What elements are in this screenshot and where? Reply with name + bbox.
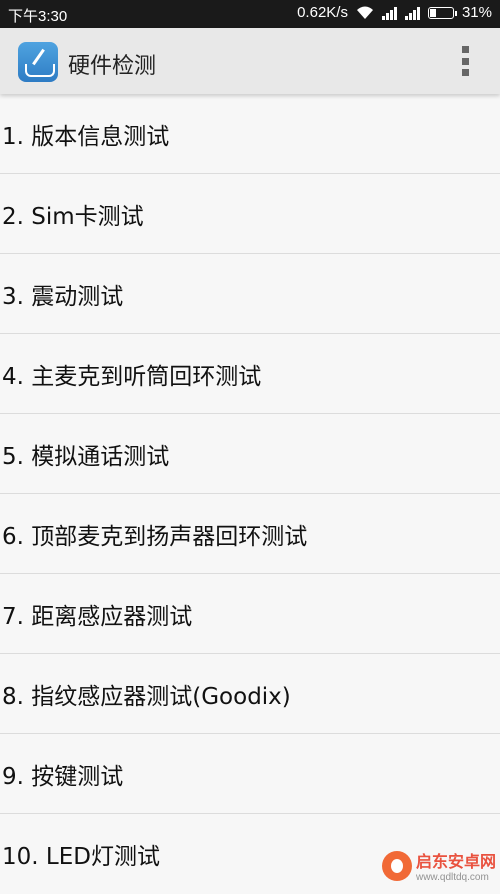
list-item-label: 7. 距离感应器测试 xyxy=(2,603,193,630)
list-item-label: 8. 指纹感应器测试(Goodix) xyxy=(2,683,291,710)
watermark: 启东安卓网 www.qdltdq.com xyxy=(381,848,496,883)
toolbox-icon xyxy=(18,42,58,82)
list-item-label: 4. 主麦克到听筒回环测试 xyxy=(2,363,262,390)
page-title: 硬件检测 xyxy=(68,54,157,79)
app-bar: 硬件检测 xyxy=(0,28,500,94)
list-item-version-info[interactable]: 1. 版本信息测试 xyxy=(0,94,500,174)
status-time: 下午3:30 xyxy=(8,8,68,25)
signal-icon-2 xyxy=(404,6,420,20)
list-item-keys[interactable]: 9. 按键测试 xyxy=(0,734,500,814)
list-item-mic-receiver-loopback[interactable]: 4. 主麦克到听筒回环测试 xyxy=(0,334,500,414)
list-item-label: 2. Sim卡测试 xyxy=(2,203,144,230)
battery-percent: 31% xyxy=(461,4,492,21)
signal-icon xyxy=(381,6,397,20)
wifi-icon xyxy=(356,6,373,19)
status-bar: 下午3:30 0.62K/s 31% xyxy=(0,0,500,28)
list-item-fingerprint-sensor[interactable]: 8. 指纹感应器测试(Goodix) xyxy=(0,654,500,734)
list-item-label: 3. 震动测试 xyxy=(2,283,124,310)
network-speed: 0.62K/s xyxy=(297,4,348,21)
list-item-label: 9. 按键测试 xyxy=(2,763,124,790)
list-item-top-mic-speaker-loopback[interactable]: 6. 顶部麦克到扬声器回环测试 xyxy=(0,494,500,574)
list-item-label: 10. LED灯测试 xyxy=(2,844,160,870)
list-item-label: 5. 模拟通话测试 xyxy=(2,443,170,470)
list-item-proximity-sensor[interactable]: 7. 距离感应器测试 xyxy=(0,574,500,654)
battery-icon xyxy=(427,6,457,19)
watermark-url: www.qdltdq.com xyxy=(415,872,489,883)
list-item-vibration[interactable]: 3. 震动测试 xyxy=(0,254,500,334)
watermark-logo-icon xyxy=(381,850,412,881)
list-item-simulated-call[interactable]: 5. 模拟通话测试 xyxy=(0,414,500,494)
status-icons: 0.62K/s 31% xyxy=(297,4,492,21)
overflow-menu-icon[interactable] xyxy=(460,46,470,76)
watermark-text: 启东安卓网 xyxy=(415,852,496,871)
list-item-label: 6. 顶部麦克到扬声器回环测试 xyxy=(2,523,308,550)
list-item-sim[interactable]: 2. Sim卡测试 xyxy=(0,174,500,254)
test-list: 1. 版本信息测试 2. Sim卡测试 3. 震动测试 4. 主麦克到听筒回环测… xyxy=(0,94,500,894)
list-item-label: 1. 版本信息测试 xyxy=(2,123,170,150)
